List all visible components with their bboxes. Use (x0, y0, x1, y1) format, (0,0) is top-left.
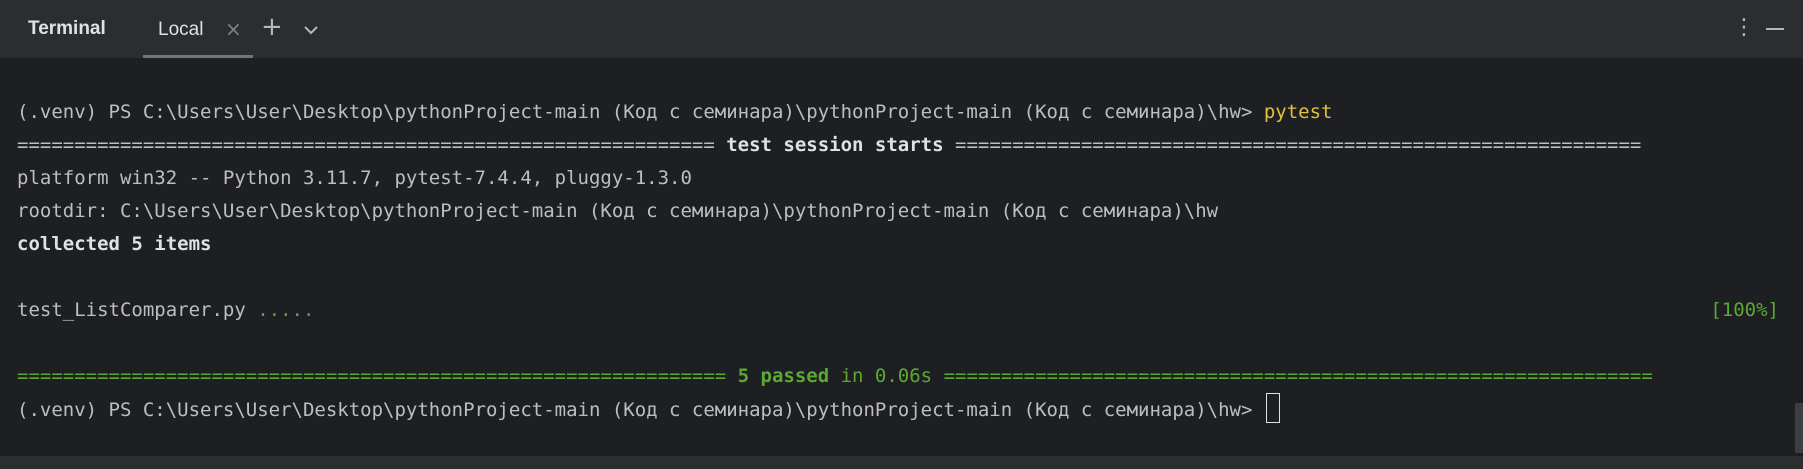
separator: ========================================… (17, 365, 738, 387)
platform-line: platform win32 -- Python 3.11.7, pytest-… (17, 167, 692, 189)
separator: ========================================… (943, 134, 1642, 156)
session-start-line: ========================================… (17, 129, 1803, 162)
prompt: (.venv) PS C:\Users\User\Desktop\pythonP… (17, 399, 1264, 421)
status-bar (0, 456, 1803, 469)
scrollbar-thumb[interactable] (1795, 403, 1803, 453)
chevron-down-icon[interactable] (303, 20, 319, 39)
collected-line: collected 5 items (17, 233, 212, 255)
terminal-tool-window-header: Terminal Local × + ⋮ (0, 0, 1803, 59)
progress-percent: [100%] (1710, 299, 1779, 321)
add-icon[interactable]: + (261, 12, 283, 42)
active-tab-indicator (143, 55, 253, 58)
tab-label: Local (158, 19, 204, 40)
rootdir-line: rootdir: C:\Users\User\Desktop\pythonPro… (17, 200, 1219, 222)
text-cursor (1265, 393, 1280, 423)
more-options-icon[interactable]: ⋮ (1733, 15, 1755, 40)
test-file: test_ListComparer.py (17, 299, 258, 321)
summary-line: ========================================… (17, 360, 1803, 393)
duration: in 0.06s (829, 365, 933, 387)
session-starts-text: test session starts (726, 134, 944, 156)
test-dots: ..... (257, 299, 315, 321)
current-prompt-line[interactable]: (.venv) PS C:\Users\User\Desktop\pythonP… (17, 393, 1803, 426)
test-result-line: test_ListComparer.py ..... [100%] (17, 294, 1803, 327)
command: pytest (1263, 101, 1333, 123)
passed-count: 5 passed (737, 365, 830, 387)
separator: ========================================… (932, 365, 1653, 387)
terminal-output[interactable]: (.venv) PS C:\Users\User\Desktop\pythonP… (17, 96, 1803, 426)
separator: ========================================… (17, 134, 727, 156)
command-line: (.venv) PS C:\Users\User\Desktop\pythonP… (17, 96, 1803, 129)
close-icon[interactable]: × (225, 17, 242, 41)
minimize-icon[interactable] (1766, 28, 1784, 30)
tool-window-title: Terminal (28, 18, 106, 39)
prompt: (.venv) PS C:\Users\User\Desktop\pythonP… (17, 101, 1264, 123)
tab-local[interactable]: Local × (143, 0, 253, 58)
